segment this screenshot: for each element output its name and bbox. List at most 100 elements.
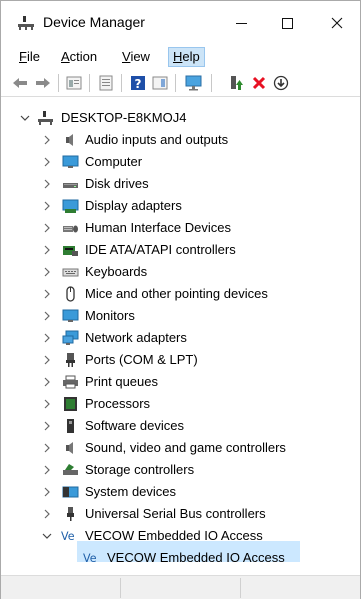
menu-help[interactable]: Help	[168, 47, 205, 67]
ide-controller-icon	[63, 246, 78, 256]
disable-button[interactable]	[272, 74, 290, 92]
tree-item[interactable]: Sound, video and game controllers	[1, 437, 360, 459]
tree-item-label: Human Interface Devices	[85, 220, 231, 235]
menu-view-label: iew	[130, 49, 150, 64]
chevron-right-icon[interactable]	[41, 463, 53, 477]
speaker-icon	[66, 134, 73, 146]
menu-file-label: ile	[26, 49, 40, 64]
update-driver-button[interactable]	[227, 74, 245, 92]
scan-hardware-button[interactable]	[185, 74, 203, 92]
menu-file[interactable]: File	[15, 47, 44, 67]
toolbar: ?	[1, 69, 360, 97]
tree-item[interactable]: Audio inputs and outputs	[1, 129, 360, 151]
mouse-icon	[66, 286, 75, 302]
tree-item-label: Computer	[85, 154, 143, 169]
chevron-right-icon[interactable]	[41, 133, 53, 147]
back-button[interactable]	[11, 74, 29, 92]
tree-item[interactable]: Display adapters	[1, 195, 360, 217]
tree-item-label: Audio inputs and outputs	[85, 132, 229, 147]
tree-item-label: Disk drives	[85, 176, 149, 191]
chevron-right-icon[interactable]	[41, 331, 53, 345]
title-bar[interactable]: Device Manager	[1, 1, 360, 45]
minimize-button[interactable]	[218, 1, 264, 45]
monitor-icon	[62, 309, 79, 322]
menu-file-accel: F	[19, 49, 27, 64]
svg-text:Ve: Ve	[83, 552, 97, 565]
monitor-scan-icon	[185, 75, 202, 91]
tree-item[interactable]: Print queues	[1, 371, 360, 393]
tree-item-expanded[interactable]: Ve VECOW Embedded IO Access	[1, 525, 360, 547]
status-cell	[1, 578, 121, 598]
tree-item-label: Print queues	[85, 374, 158, 389]
menu-action-label: ction	[69, 49, 98, 64]
tree-item[interactable]: IDE ATA/ATAPI controllers	[1, 239, 360, 261]
close-button[interactable]	[314, 1, 360, 45]
chevron-right-icon[interactable]	[41, 353, 53, 367]
chevron-right-icon[interactable]	[41, 397, 53, 411]
port-icon	[66, 353, 75, 367]
tree-item[interactable]: Human Interface Devices	[1, 217, 360, 239]
tree-item[interactable]: System devices	[1, 481, 360, 503]
tree-root[interactable]: DESKTOP-E8KMOJ4	[1, 107, 360, 129]
hid-icon	[63, 225, 78, 233]
chevron-right-icon[interactable]	[41, 177, 53, 191]
chevron-right-icon[interactable]	[41, 199, 53, 213]
tree-item[interactable]: Software devices	[1, 415, 360, 437]
help-button[interactable]: ?	[129, 74, 147, 92]
tree-item[interactable]: Monitors	[1, 305, 360, 327]
tree-item[interactable]: Computer	[1, 151, 360, 173]
tree-item-label: Monitors	[85, 308, 135, 323]
tree-item[interactable]: Network adapters	[1, 327, 360, 349]
chevron-right-icon[interactable]	[41, 221, 53, 235]
tree-child-selected[interactable]: Ve VECOW Embedded IO Access	[1, 547, 360, 569]
vecow-logo-icon: Ve	[61, 530, 75, 543]
chevron-right-icon[interactable]	[41, 265, 53, 279]
minimize-icon	[235, 22, 247, 24]
menu-action[interactable]: Action	[57, 47, 101, 67]
vecow-logo-icon: Ve	[83, 552, 97, 565]
uninstall-icon	[252, 76, 266, 90]
tree-item-label: Network adapters	[85, 330, 187, 345]
window-title: Device Manager	[43, 14, 145, 30]
chevron-right-icon[interactable]	[41, 441, 53, 455]
menu-view[interactable]: View	[118, 47, 154, 67]
toolbar-separator	[121, 74, 122, 92]
menu-help-label: elp	[182, 49, 200, 64]
chevron-right-icon[interactable]	[41, 309, 53, 323]
chevron-right-icon[interactable]	[41, 243, 53, 257]
tree-item[interactable]: Disk drives	[1, 173, 360, 195]
tree-item-label: IDE ATA/ATAPI controllers	[85, 242, 236, 257]
device-manager-icon	[18, 16, 34, 30]
chevron-right-icon[interactable]	[41, 419, 53, 433]
chevron-right-icon[interactable]	[41, 485, 53, 499]
details-pane-button[interactable]	[97, 74, 115, 92]
svg-text:?: ?	[135, 77, 142, 91]
tree-item[interactable]: Ports (COM & LPT)	[1, 349, 360, 371]
disable-icon	[273, 75, 289, 91]
tree-item[interactable]: Universal Serial Bus controllers	[1, 503, 360, 525]
processor-icon	[64, 397, 77, 411]
chevron-right-icon[interactable]	[41, 155, 53, 169]
properties-button[interactable]	[65, 74, 83, 92]
tree-item-label: Processors	[85, 396, 151, 411]
tree-item[interactable]: Keyboards	[1, 261, 360, 283]
chevron-down-icon[interactable]	[41, 529, 53, 543]
chevron-right-icon[interactable]	[41, 375, 53, 389]
chevron-down-icon[interactable]	[19, 111, 31, 125]
tree-item-label: Ports (COM & LPT)	[85, 352, 198, 367]
maximize-button[interactable]	[264, 1, 310, 45]
tree-item[interactable]: Mice and other pointing devices	[1, 283, 360, 305]
forward-button[interactable]	[34, 74, 52, 92]
chevron-right-icon[interactable]	[41, 287, 53, 301]
storage-controller-icon	[63, 464, 78, 475]
software-device-icon	[67, 419, 74, 433]
printer-icon	[63, 375, 78, 389]
chevron-right-icon[interactable]	[41, 507, 53, 521]
uninstall-button[interactable]	[250, 74, 268, 92]
tree-item[interactable]: Processors	[1, 393, 360, 415]
tree-item-label: Display adapters	[85, 198, 182, 213]
action-pane-button[interactable]	[151, 74, 169, 92]
tree-item[interactable]: Storage controllers	[1, 459, 360, 481]
tree-item-label: VECOW Embedded IO Access	[85, 528, 263, 543]
tree-item-label: System devices	[85, 484, 177, 499]
